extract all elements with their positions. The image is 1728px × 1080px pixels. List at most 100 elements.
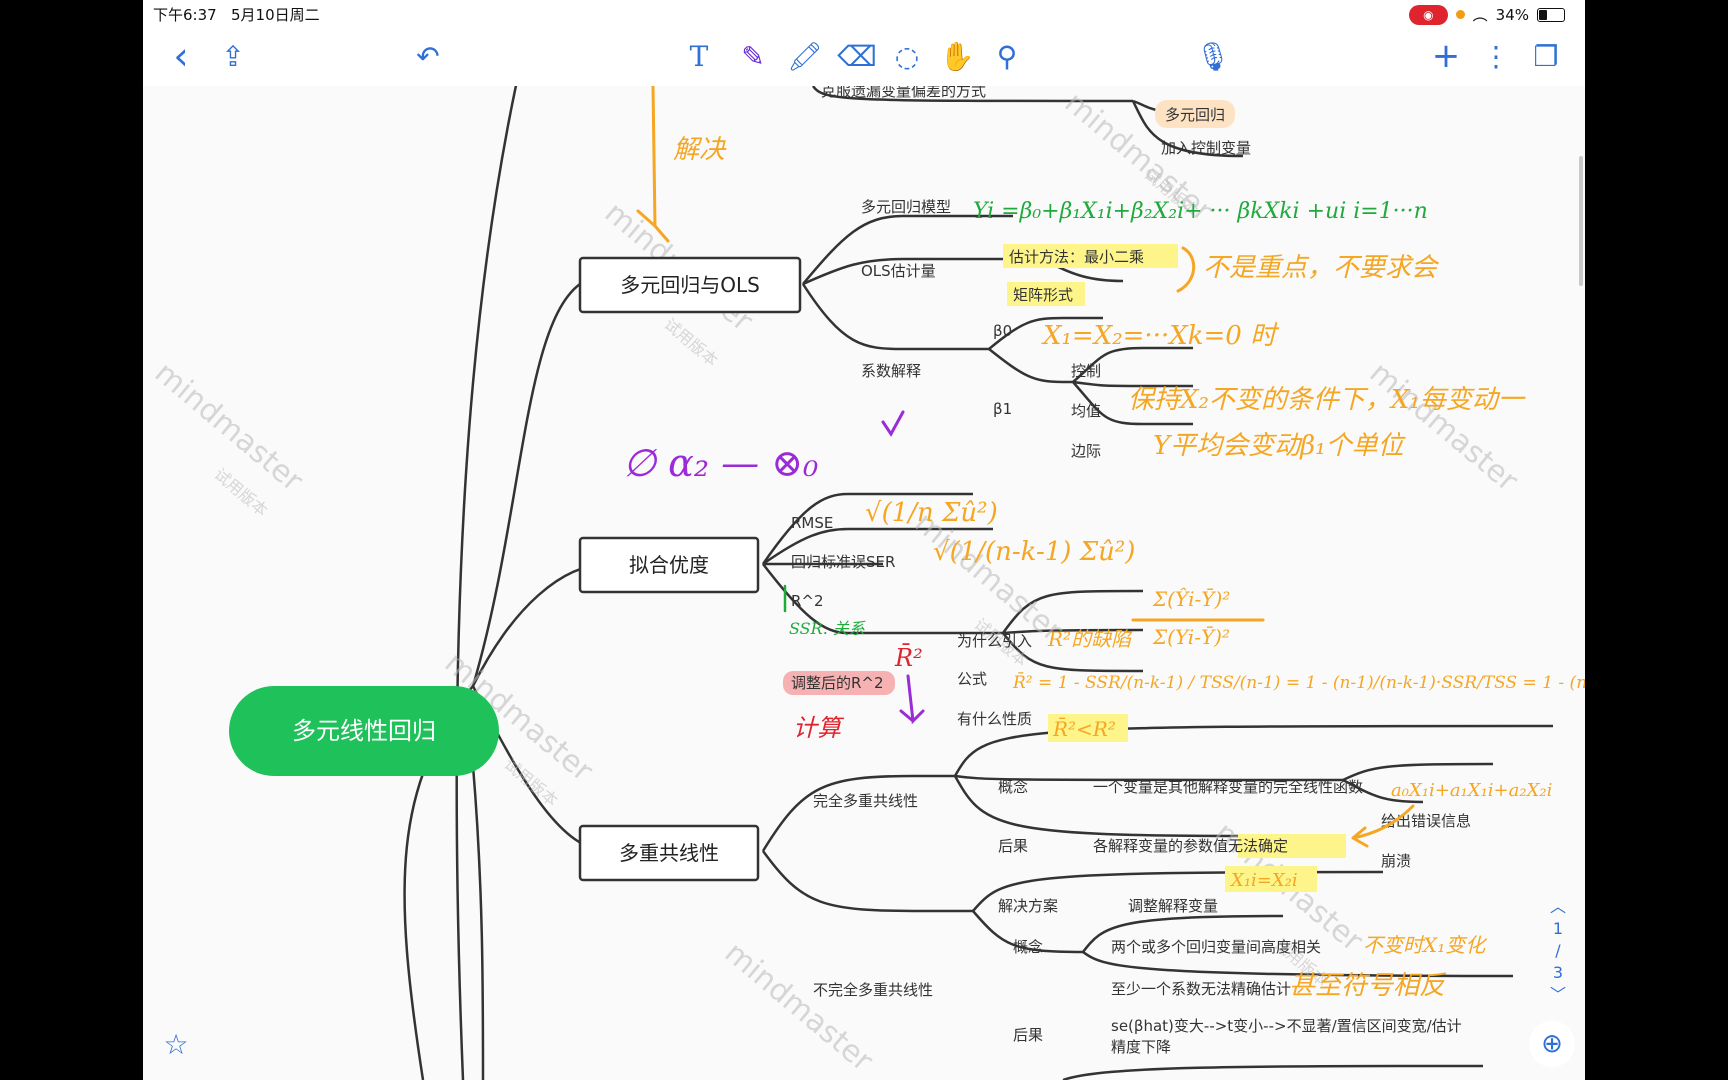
node-perfect[interactable]: 完全多重共线性: [813, 792, 918, 810]
node-model[interactable]: 多元回归模型: [861, 198, 951, 216]
node-crash[interactable]: 崩溃: [1381, 852, 1411, 870]
pages-icon[interactable]: ❐: [1526, 36, 1566, 76]
node-add-control[interactable]: 加入控制变量: [1161, 139, 1251, 157]
node-imperfect[interactable]: 不完全多重共线性: [813, 981, 933, 999]
note-canvas[interactable]: mindmaster 试用版本 mindmaster 试用版本 mindmast…: [143, 86, 1585, 1080]
ink-frac-top: Σ(Ŷi-Ȳ)²: [1152, 587, 1230, 611]
status-date: 5月10日周二: [231, 6, 320, 24]
ink-rmse-note: √(1/n Σû²): [865, 498, 998, 528]
ink-why-note: R²的缺陷: [1047, 627, 1133, 651]
microphone-icon[interactable]: 🎙: [1193, 36, 1233, 76]
page-current: 1: [1552, 919, 1564, 938]
node-why[interactable]: 为什么引入: [957, 632, 1032, 650]
node-b0[interactable]: β0: [993, 322, 1012, 340]
node-perfect-concept[interactable]: 概念: [998, 778, 1028, 796]
text-tool-icon[interactable]: T: [679, 36, 719, 76]
node-rmse[interactable]: RMSE: [791, 514, 833, 532]
back-icon[interactable]: ‹: [161, 34, 201, 78]
ink-prop-note: R̄²<R²: [1052, 716, 1116, 741]
root-label: 多元线性回归: [292, 717, 436, 745]
battery-icon: [1537, 7, 1565, 22]
ink-purple-arrow: [899, 674, 925, 725]
ink-jisuan: 计算: [793, 714, 845, 742]
eraser-icon[interactable]: ⌫: [837, 36, 877, 76]
node-perfect-consequence-text[interactable]: 各解释变量的参数值无法确定: [1093, 837, 1288, 855]
node-imp-concept-text[interactable]: 两个或多个回归变量间高度相关: [1111, 938, 1321, 956]
node-formula[interactable]: 公式: [957, 670, 987, 688]
node-adj-r2[interactable]: 调整后的R^2: [791, 674, 884, 692]
mindmap-svg: mindmaster 试用版本 mindmaster 试用版本 mindmast…: [148, 86, 1585, 1080]
handwriting-layer: 解决 Yi =β₀+β₁X₁i+β₂X₂i+ ··· βkXki +ui i=1…: [623, 86, 1585, 1001]
mic-indicator-icon: [1455, 10, 1465, 19]
node-est-method[interactable]: 估计方法：最小二乘: [1009, 248, 1144, 266]
zoom-in-icon[interactable]: ⊕: [1529, 1021, 1575, 1067]
ink-purple: ∅ α₂ — ⊗₀: [623, 441, 818, 485]
node-solution-text[interactable]: 调整解释变量: [1128, 897, 1218, 915]
toolbar: ‹ ⇪ ↶ T ✎ 🖍 ⌫ ◌ ✋ ⚲ 🎙 + ⋮ ❐: [143, 28, 1585, 87]
node-perfect-concept-text[interactable]: 一个变量是其他解释变量的完全线性函数: [1093, 778, 1363, 796]
highlighter-icon[interactable]: 🖍: [785, 36, 825, 76]
node-matrix[interactable]: 矩阵形式: [1013, 286, 1073, 304]
node-b1[interactable]: β1: [993, 400, 1012, 418]
ink-b1-note1: 保持X₂不变的条件下，X₁每变动一: [1128, 385, 1526, 415]
share-icon[interactable]: ⇪: [213, 36, 253, 76]
ink-b0-note: X₁=X₂=···Xk=0 时: [1041, 321, 1280, 351]
node-imp-concept[interactable]: 概念: [1013, 938, 1043, 956]
ink-formula: R̄² = 1 - SSR/(n-k-1) / TSS/(n-1) = 1 - …: [1012, 671, 1585, 693]
ink-b1-note2: Y平均会变动β₁个单位: [1153, 431, 1407, 461]
lasso-icon[interactable]: ◌: [887, 36, 927, 76]
undo-icon[interactable]: ↶: [408, 36, 448, 76]
node-omitted-bias[interactable]: 克服遗漏变量偏差的方式: [821, 86, 986, 100]
watermark: mindmaster: [1363, 355, 1525, 499]
ink-lin-func: a₀X₁i+a₁X₁i+a₂X₂i: [1391, 780, 1552, 801]
watermark-group: mindmaster 试用版本 mindmaster 试用版本 mindmast…: [148, 86, 1525, 1079]
page-total: 3: [1552, 963, 1564, 982]
watermark-sub: 试用版本: [660, 315, 721, 371]
hand-icon[interactable]: ✋: [937, 36, 977, 76]
ink-imp-note: 不变时X₁变化: [1363, 933, 1488, 957]
ink-brace: [1176, 246, 1196, 293]
node-control[interactable]: 控制: [1071, 362, 1101, 380]
wifi-icon: ︵: [1472, 6, 1488, 24]
node-marginal[interactable]: 边际: [1071, 442, 1101, 460]
ink-rbar: R̄²: [894, 644, 923, 672]
screen: 下午6:37 5月10日周二 ◉ ︵ 34% ‹ ⇪ ↶ T ✎ 🖍 ⌫ ◌ ✋…: [143, 0, 1585, 1080]
node-solution[interactable]: 解决方案: [998, 897, 1058, 915]
ink-jiejue: 解决: [673, 135, 727, 165]
node-imp-consequence[interactable]: 后果: [1013, 1026, 1043, 1044]
node-ser[interactable]: 回归标准误SER: [791, 553, 895, 571]
ink-equal-note: X₁i=X₂i: [1229, 870, 1298, 891]
add-icon[interactable]: +: [1426, 36, 1466, 76]
node-property[interactable]: 有什么性质: [957, 710, 1032, 728]
ink-ser-note: √(1/(n-k-1) Σû²): [933, 537, 1135, 567]
node-mean[interactable]: 均值: [1071, 402, 1101, 420]
topic-multicollinearity: 多重共线性: [619, 841, 719, 865]
node-r2[interactable]: R^2: [791, 592, 824, 610]
ink-purple-check: [881, 410, 905, 437]
node-imp-cons-2b[interactable]: 精度下降: [1111, 1038, 1171, 1056]
battery-percent: 34%: [1495, 5, 1529, 24]
ink-model-eq: Yi =β₀+β₁X₁i+β₂X₂i+ ··· βkXki +ui i=1···…: [973, 199, 1428, 224]
page-down-icon[interactable]: ﹀: [1543, 984, 1573, 1006]
star-icon[interactable]: ☆: [153, 1021, 199, 1067]
node-imp-cons-2a[interactable]: se(βhat)变大-->t变小-->不显著/置信区间变宽/估计: [1111, 1017, 1462, 1035]
search-icon[interactable]: ⚲: [987, 36, 1027, 76]
page-up-icon[interactable]: ︿: [1543, 896, 1573, 918]
pen-icon[interactable]: ✎: [733, 36, 773, 76]
node-perfect-consequence[interactable]: 后果: [998, 837, 1028, 855]
status-bar: 下午6:37 5月10日周二 ◉ ︵ 34%: [143, 0, 1585, 28]
ink-sign-note: 甚至符号相反: [1289, 971, 1447, 1001]
ink-not-key: 不是重点，不要求会: [1203, 253, 1440, 283]
recording-icon[interactable]: ◉: [1409, 4, 1448, 25]
status-time: 下午6:37: [153, 6, 217, 24]
scrollbar[interactable]: [1579, 156, 1583, 286]
topic-fit: 拟合优度: [629, 553, 709, 577]
node-ols-estimator[interactable]: OLS估计量: [861, 262, 936, 280]
topic-ols: 多元回归与OLS: [620, 273, 760, 297]
more-icon[interactable]: ⋮: [1476, 36, 1516, 76]
status-left: 下午6:37 5月10日周二: [153, 4, 320, 25]
node-imp-cons-1[interactable]: 至少一个系数无法精确估计: [1111, 980, 1291, 998]
node-multireg[interactable]: 多元回归: [1165, 106, 1225, 124]
watermark: mindmaster: [718, 935, 880, 1079]
node-coef[interactable]: 系数解释: [861, 362, 921, 380]
